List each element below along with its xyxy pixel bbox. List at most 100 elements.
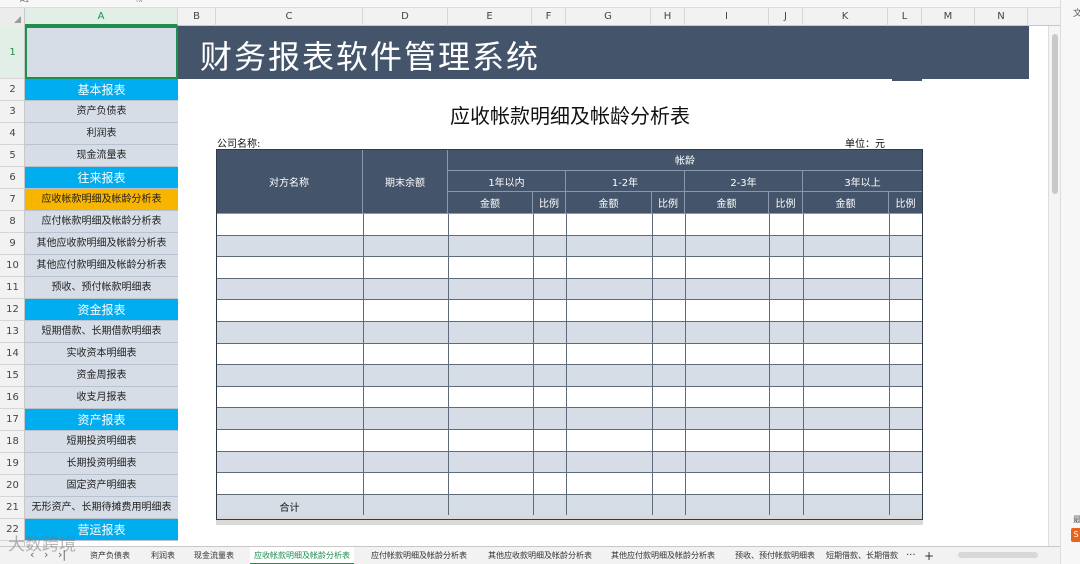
sidebar-section-header[interactable]: 资金报表 (25, 299, 178, 321)
table-row[interactable] (216, 235, 923, 258)
name-box[interactable]: A1 (20, 0, 90, 6)
table-row[interactable] (216, 386, 923, 409)
column-header-bar: A B C D E F G H I J K L M N (0, 8, 1060, 26)
sheet-tab[interactable]: 现金流量表 (194, 547, 234, 564)
sidebar-item[interactable]: 收支月报表 (25, 387, 178, 409)
table-row[interactable] (216, 473, 923, 495)
side-panel-badge-icon[interactable]: S (1071, 528, 1080, 542)
sheet-tab-active[interactable]: 应收帐款明细及帐龄分析表 (250, 547, 354, 564)
header-amount: 金额 (803, 192, 889, 214)
row-header[interactable]: 9 (0, 233, 24, 255)
row-header[interactable]: 4 (0, 123, 24, 145)
sidebar-section-header[interactable]: 资产报表 (25, 409, 178, 431)
sidebar-item[interactable]: 短期投资明细表 (25, 431, 178, 453)
selected-cell-a1[interactable] (25, 26, 178, 79)
column-header-c[interactable]: C (216, 8, 363, 26)
table-row[interactable] (216, 300, 923, 322)
sidebar-item[interactable]: 现金流量表 (25, 145, 178, 167)
table-row[interactable] (216, 451, 923, 474)
column-header-l[interactable]: L (888, 8, 922, 26)
row-header[interactable]: 15 (0, 365, 24, 387)
column-header-d[interactable]: D (363, 8, 448, 26)
sidebar-section-header[interactable]: 往来报表 (25, 167, 178, 189)
column-header-f[interactable]: F (532, 8, 566, 26)
sheet-tab[interactable]: 其他应收款明细及帐龄分析表 (488, 547, 592, 564)
scroll-thumb[interactable] (1052, 34, 1058, 194)
formula-bar: A1 fx (0, 0, 1060, 8)
sheet-tab[interactable]: 预收、预付帐款明细表 (735, 547, 815, 564)
table-row[interactable] (216, 322, 923, 344)
sheet-tab[interactable]: 资产负债表 (90, 547, 130, 564)
row-header[interactable]: 19 (0, 453, 24, 475)
row-header[interactable]: 12 (0, 299, 24, 321)
row-header[interactable]: 1 (0, 26, 24, 79)
sidebar-item[interactable]: 应付帐款明细及帐龄分析表 (25, 211, 178, 233)
row-header[interactable]: 5 (0, 145, 24, 167)
column-header-e[interactable]: E (448, 8, 532, 26)
select-all-corner[interactable] (0, 8, 25, 26)
sidebar-item[interactable]: 其他应付款明细及帐龄分析表 (25, 255, 178, 277)
sheet-tab[interactable]: 其他应付款明细及帐龄分析表 (611, 547, 715, 564)
sidebar-item[interactable]: 其他应收款明细及帐龄分析表 (25, 233, 178, 255)
table-row[interactable] (216, 430, 923, 452)
column-header-n[interactable]: N (975, 8, 1028, 26)
row-header[interactable]: 20 (0, 475, 24, 497)
sheet-tab[interactable]: 短期借款、长期借款 (826, 547, 898, 564)
table-row[interactable] (216, 214, 923, 236)
sidebar-item[interactable]: 资产负债表 (25, 101, 178, 123)
column-header-m[interactable]: M (922, 8, 975, 26)
vertical-scrollbar[interactable] (1048, 26, 1060, 546)
sheet-tab[interactable]: 利润表 (151, 547, 175, 564)
side-panel-label[interactable]: 最 (1073, 514, 1080, 525)
row-header[interactable]: 8 (0, 211, 24, 233)
column-header-k[interactable]: K (803, 8, 888, 26)
sidebar-item[interactable]: 利润表 (25, 123, 178, 145)
header-ratio: 比例 (769, 192, 803, 214)
row-header[interactable]: 11 (0, 277, 24, 299)
horizontal-scrollbar[interactable] (958, 552, 1038, 558)
header-bucket-2-3y: 2-3年 (685, 171, 803, 192)
side-panel-label[interactable]: 文 (1073, 6, 1080, 19)
gray-strip (216, 515, 923, 525)
add-sheet-button[interactable]: + (924, 547, 934, 564)
row-header[interactable]: 13 (0, 321, 24, 343)
select-all-icon (14, 16, 21, 23)
sidebar-item[interactable]: 长期投资明细表 (25, 453, 178, 475)
header-closing-balance: 期末余额 (363, 149, 448, 214)
row-header[interactable]: 7 (0, 189, 24, 211)
banner-underline (892, 79, 922, 81)
column-header-g[interactable]: G (566, 8, 651, 26)
fx-icon[interactable]: fx (136, 0, 143, 4)
row-header[interactable]: 3 (0, 101, 24, 123)
sidebar-item[interactable]: 应收帐款明细及帐龄分析表 (25, 189, 178, 211)
row-header[interactable]: 17 (0, 409, 24, 431)
sidebar-item[interactable]: 短期借款、长期借款明细表 (25, 321, 178, 343)
column-header-h[interactable]: H (651, 8, 685, 26)
table-row[interactable] (216, 278, 923, 301)
sidebar-item[interactable]: 固定资产明细表 (25, 475, 178, 497)
row-header-bar: 1 2 3 4 5 6 7 8 9 10 11 12 13 14 15 16 1… (0, 26, 25, 546)
column-header-b[interactable]: B (178, 8, 216, 26)
row-header[interactable]: 2 (0, 79, 24, 101)
column-header-j[interactable]: J (769, 8, 803, 26)
sheet-tab[interactable]: 应付帐款明细及帐龄分析表 (371, 547, 467, 564)
table-row[interactable] (216, 408, 923, 430)
column-divider (803, 214, 804, 517)
row-header[interactable]: 21 (0, 497, 24, 519)
row-header[interactable]: 6 (0, 167, 24, 189)
row-header[interactable]: 10 (0, 255, 24, 277)
row-header[interactable]: 18 (0, 431, 24, 453)
table-row[interactable] (216, 365, 923, 387)
row-header[interactable]: 14 (0, 343, 24, 365)
sidebar-item[interactable]: 实收资本明细表 (25, 343, 178, 365)
row-header[interactable]: 16 (0, 387, 24, 409)
table-row[interactable] (216, 343, 923, 366)
column-header-i[interactable]: I (685, 8, 769, 26)
more-tabs-button[interactable]: ··· (906, 547, 916, 564)
sidebar-item[interactable]: 资金周报表 (25, 365, 178, 387)
column-header-a[interactable]: A (25, 8, 178, 26)
table-row[interactable] (216, 257, 923, 279)
sidebar-item[interactable]: 无形资产、长期待摊费用明细表 (25, 497, 178, 519)
sidebar-item[interactable]: 预收、预付帐款明细表 (25, 277, 178, 299)
sidebar-section-header[interactable]: 基本报表 (25, 79, 178, 101)
